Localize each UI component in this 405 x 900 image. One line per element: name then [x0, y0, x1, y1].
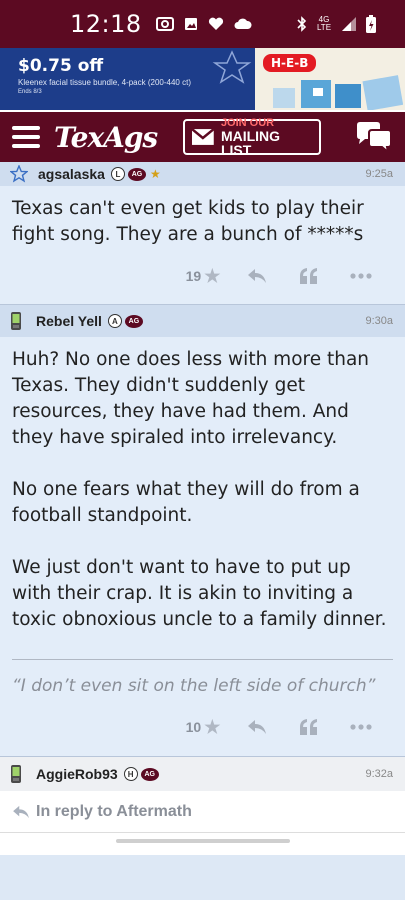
post-actions: 10 ★ [12, 698, 393, 756]
ad-image: H-E-B [255, 48, 405, 110]
level-badge: A [107, 314, 122, 328]
envelope-icon [191, 128, 215, 145]
mailing-list-button[interactable]: JOIN OUR MAILING LIST [183, 116, 322, 158]
signal-icon [342, 17, 356, 31]
more-button[interactable] [335, 273, 387, 279]
username[interactable]: agsalaska [38, 166, 105, 182]
ag-badge: AG [124, 314, 143, 328]
mailing-line2: MAILING LIST [220, 127, 281, 158]
username[interactable]: AggieRob93 [36, 766, 118, 782]
ag-badge: AG [127, 167, 146, 181]
camera-icon [155, 17, 174, 31]
chat-icon[interactable] [355, 121, 393, 153]
reply-icon [248, 720, 266, 734]
reply-icon [13, 805, 29, 818]
ag-badge: AG [140, 767, 159, 781]
heb-logo: H-E-B [263, 54, 317, 72]
username[interactable]: Rebel Yell [36, 313, 102, 329]
post-paragraph: Huh? No one does less with more than Tex… [12, 349, 370, 448]
more-icon [350, 724, 372, 730]
star-outline-icon [212, 50, 252, 84]
post-paragraph: We just don't want to have to put up wit… [12, 557, 387, 630]
upvote-button[interactable]: 19 ★ [175, 266, 231, 287]
gold-star-icon: ★ [149, 167, 161, 181]
home-gesture-bar[interactable] [116, 839, 290, 843]
quote-icon [300, 268, 317, 284]
cloud-icon [234, 18, 252, 29]
signature: “I don’t even sit on the left side of ch… [12, 676, 376, 696]
post-actions: 19 ★ [12, 248, 393, 304]
more-icon [350, 273, 372, 279]
status-bar: 12:18 4G LTE [0, 0, 405, 48]
post: AggieRob93 H AG 9:32a [0, 757, 405, 791]
post-time: 9:32a [365, 768, 393, 780]
post-body: Huh? No one does less with more than Tex… [0, 337, 405, 756]
upvote-button[interactable]: 10 ★ [175, 717, 231, 738]
phone-icon [11, 312, 21, 330]
post-header: agsalaska L AG ★ 9:25a [0, 162, 405, 186]
reply-bar[interactable]: In reply to Aftermath [0, 791, 405, 833]
quote-icon [300, 719, 317, 735]
more-button[interactable] [335, 724, 387, 730]
post: agsalaska L AG ★ 9:25a Texas can't even … [0, 162, 405, 305]
post-header: AggieRob93 H AG 9:32a [0, 757, 405, 791]
image-icon [184, 18, 197, 30]
network-label: 4G LTE [316, 15, 332, 32]
post-time: 9:25a [365, 168, 393, 180]
battery-icon [366, 15, 376, 33]
quote-button[interactable] [283, 268, 335, 284]
post-text: Texas can't even get kids to play their … [12, 198, 364, 245]
gesture-area [0, 833, 405, 855]
reply-label: In reply to Aftermath [36, 802, 192, 820]
vote-count: 10 [185, 719, 202, 735]
quote-button[interactable] [283, 719, 335, 735]
post-header: Rebel Yell A AG 9:30a [0, 305, 405, 337]
post: Rebel Yell A AG 9:30a Huh? No one does l… [0, 305, 405, 757]
level-badge: L [110, 167, 125, 181]
ad-banner[interactable]: $0.75 off Kleenex facial tissue bundle, … [0, 48, 405, 110]
level-badge: H [123, 767, 138, 781]
nav-bar: TexAgs JOIN OUR MAILING LIST [0, 110, 405, 162]
status-time: 12:18 [70, 10, 142, 38]
menu-icon[interactable] [12, 126, 40, 148]
reply-button[interactable] [231, 268, 283, 284]
system-icons: 4G LTE [297, 14, 377, 34]
vote-count: 19 [185, 268, 202, 284]
post-time: 9:30a [365, 315, 393, 327]
ad-ends: Ends 8/3 [18, 89, 42, 95]
heart-icon [208, 17, 223, 30]
star-outline-icon [10, 165, 28, 183]
post-body: Texas can't even get kids to play their … [0, 186, 405, 304]
mailing-line1: JOIN OUR [220, 116, 275, 129]
site-logo[interactable]: TexAgs [54, 121, 158, 154]
star-icon: ★ [204, 265, 221, 286]
bluetooth-icon [297, 16, 307, 32]
signature-divider [12, 659, 393, 660]
star-icon: ★ [204, 716, 221, 737]
reply-button[interactable] [231, 719, 283, 735]
post-paragraph: No one fears what they will do from a fo… [12, 479, 360, 526]
tissue-boxes-image [273, 75, 403, 110]
notification-icons [155, 17, 252, 31]
phone-icon [11, 765, 21, 783]
reply-icon [248, 269, 266, 283]
